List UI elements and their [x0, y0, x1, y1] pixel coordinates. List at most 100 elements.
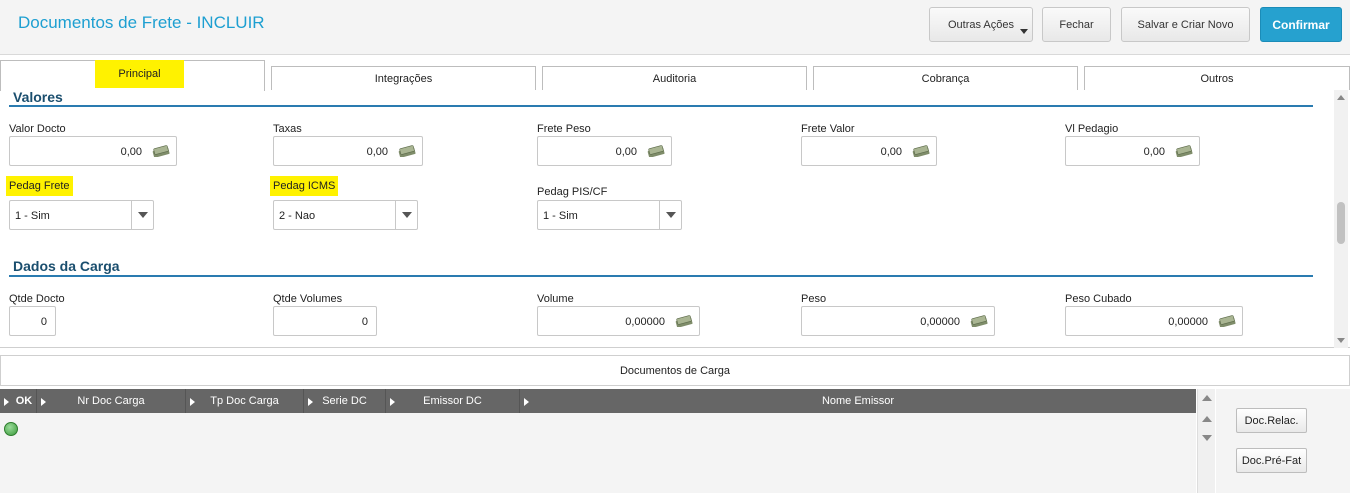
- col-emissor-dc[interactable]: Emissor DC: [386, 389, 520, 413]
- pedag-icms-select[interactable]: 2 - Nao: [273, 200, 418, 230]
- doc-pre-fat-button[interactable]: Doc.Pré-Fat: [1236, 448, 1307, 473]
- money-icon[interactable]: [398, 145, 416, 157]
- volume-field[interactable]: 0,00000: [537, 306, 700, 336]
- fechar-button[interactable]: Fechar: [1042, 7, 1111, 42]
- scroll-thumb[interactable]: [1337, 202, 1345, 244]
- page-header: Documentos de Frete - INCLUIR Outras Açõ…: [0, 0, 1350, 55]
- taxas-field[interactable]: 0,00: [273, 136, 423, 166]
- vl-pedagio-field[interactable]: 0,00: [1065, 136, 1200, 166]
- pedag-frete-select[interactable]: 1 - Sim: [9, 200, 154, 230]
- frete-peso-value: 0,00: [615, 146, 637, 158]
- money-icon[interactable]: [970, 315, 988, 327]
- chevron-down-icon: [1020, 29, 1028, 34]
- scroll-up-icon[interactable]: [1337, 95, 1345, 100]
- col-serie-dc-label: Serie DC: [322, 395, 367, 407]
- outras-acoes-label: Outras Ações: [947, 18, 1015, 31]
- money-icon[interactable]: [1175, 145, 1193, 157]
- section-divider: [9, 105, 1313, 107]
- caret-right-icon: [4, 398, 9, 406]
- doc-relac-button[interactable]: Doc.Relac.: [1236, 408, 1307, 433]
- status-ok-icon[interactable]: [4, 422, 18, 436]
- section-divider: [9, 275, 1313, 277]
- outras-acoes-button[interactable]: Outras Ações: [929, 7, 1033, 42]
- chevron-down-icon[interactable]: [131, 201, 153, 229]
- qtde-docto-value: 0: [40, 316, 47, 328]
- frete-peso-field[interactable]: 0,00: [537, 136, 672, 166]
- tab-auditoria[interactable]: Auditoria: [542, 66, 807, 90]
- label-pedag-pis-cf: Pedag PIS/CF: [537, 186, 608, 198]
- label-vl-pedagio: Vl Pedagio: [1065, 123, 1119, 135]
- label-volume: Volume: [537, 293, 574, 305]
- volume-value: 0,00000: [625, 316, 665, 328]
- label-pedag-icms: Pedag ICMS: [270, 176, 339, 196]
- col-ok-label: OK: [15, 395, 33, 407]
- section-title-valores: Valores: [13, 90, 63, 105]
- chevron-down-icon[interactable]: [395, 201, 417, 229]
- page-title: Documentos de Frete - INCLUIR: [18, 13, 265, 32]
- col-emissor-dc-label: Emissor DC: [423, 395, 482, 407]
- label-qtde-volumes: Qtde Volumes: [273, 293, 343, 305]
- col-tp-doc-carga[interactable]: Tp Doc Carga: [186, 389, 304, 413]
- label-taxas: Taxas: [273, 123, 302, 135]
- money-icon[interactable]: [912, 145, 930, 157]
- col-nr-doc-carga-label: Nr Doc Carga: [77, 395, 145, 407]
- peso-value: 0,00000: [920, 316, 960, 328]
- peso-cubado-value: 0,00000: [1168, 316, 1208, 328]
- tab-bar: Integrações Auditoria Cobrança Outros: [0, 60, 1350, 91]
- grid-side-panel: Doc.Relac. Doc.Pré-Fat: [1216, 389, 1350, 493]
- caret-right-icon: [390, 398, 395, 406]
- salvar-criar-novo-button[interactable]: Salvar e Criar Novo: [1121, 7, 1250, 42]
- peso-cubado-field[interactable]: 0,00000: [1065, 306, 1243, 336]
- peso-field[interactable]: 0,00000: [801, 306, 995, 336]
- section-title-dados-carga: Dados da Carga: [13, 258, 120, 274]
- form-content: Valores Valor Docto 0,00 Taxas 0,00 Fret…: [0, 90, 1350, 348]
- pedag-pis-cf-value: 1 - Sim: [543, 210, 578, 222]
- col-nome-emissor[interactable]: Nome Emissor: [520, 389, 1196, 413]
- grid-header: OK Nr Doc Carga Tp Doc Carga Serie DC Em…: [0, 389, 1196, 413]
- label-frete-valor: Frete Valor: [801, 123, 855, 135]
- confirmar-button[interactable]: Confirmar: [1260, 7, 1342, 42]
- col-ok[interactable]: OK: [0, 389, 37, 413]
- vl-pedagio-value: 0,00: [1143, 146, 1165, 158]
- tab-integracoes[interactable]: Integrações: [271, 66, 536, 90]
- scroll-down-icon[interactable]: [1202, 435, 1212, 441]
- frete-valor-field[interactable]: 0,00: [801, 136, 937, 166]
- label-pedag-frete: Pedag Frete: [6, 176, 73, 196]
- tab-outros[interactable]: Outros: [1084, 66, 1350, 90]
- label-frete-peso: Frete Peso: [537, 123, 591, 135]
- pedag-pis-cf-select[interactable]: 1 - Sim: [537, 200, 682, 230]
- label-peso: Peso: [801, 293, 827, 305]
- money-icon[interactable]: [1218, 315, 1236, 327]
- frete-valor-value: 0,00: [880, 146, 902, 158]
- col-nr-doc-carga[interactable]: Nr Doc Carga: [37, 389, 186, 413]
- money-icon[interactable]: [152, 145, 170, 157]
- content-scrollbar[interactable]: [1334, 90, 1348, 348]
- caret-right-icon: [524, 398, 529, 406]
- documentos-carga-header: Documentos de Carga: [0, 355, 1350, 386]
- pedag-icms-value: 2 - Nao: [279, 210, 316, 222]
- valor-docto-field[interactable]: 0,00: [9, 136, 177, 166]
- tab-principal-label[interactable]: Principal: [95, 60, 184, 88]
- money-icon[interactable]: [647, 145, 665, 157]
- caret-right-icon: [308, 398, 313, 406]
- caret-right-icon: [190, 398, 195, 406]
- caret-right-icon: [41, 398, 46, 406]
- scroll-down-icon[interactable]: [1337, 338, 1345, 343]
- scroll-top-icon[interactable]: [1202, 395, 1212, 401]
- money-icon[interactable]: [675, 315, 693, 327]
- pedag-frete-value: 1 - Sim: [15, 210, 50, 222]
- chevron-down-icon[interactable]: [659, 201, 681, 229]
- valor-docto-value: 0,00: [120, 146, 142, 158]
- grid-body: [0, 413, 1196, 493]
- col-serie-dc[interactable]: Serie DC: [304, 389, 386, 413]
- scroll-up-icon[interactable]: [1202, 416, 1212, 422]
- label-valor-docto: Valor Docto: [9, 123, 66, 135]
- taxas-value: 0,00: [366, 146, 388, 158]
- grid-scrollbar[interactable]: [1197, 389, 1215, 493]
- col-tp-doc-carga-label: Tp Doc Carga: [210, 395, 279, 407]
- qtde-volumes-field[interactable]: 0: [273, 306, 377, 336]
- tab-cobranca[interactable]: Cobrança: [813, 66, 1078, 90]
- qtde-docto-field[interactable]: 0: [9, 306, 56, 336]
- label-peso-cubado: Peso Cubado: [1065, 293, 1132, 305]
- col-nome-emissor-label: Nome Emissor: [821, 395, 895, 407]
